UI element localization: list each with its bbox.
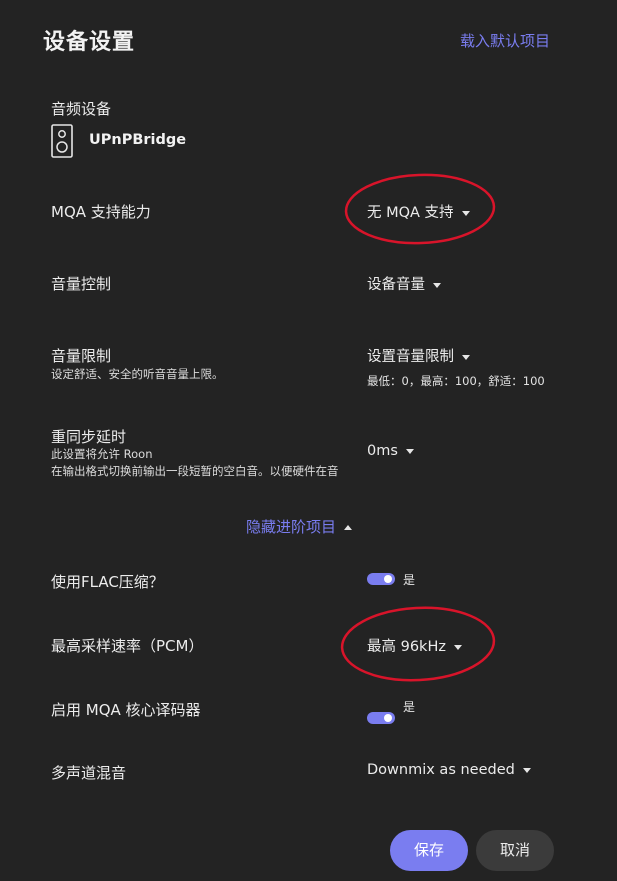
resync-delay-description-line2: 在输出格式切换前输出一段短暂的空白音。以便硬件在音	[51, 464, 339, 478]
flac-compression-label: 使用FLAC压缩？	[51, 573, 164, 591]
volume-control-label: 音量控制	[51, 275, 112, 293]
chevron-down-icon	[433, 282, 441, 288]
volume-limit-description: 设定舒适、安全的听音音量上限。	[51, 367, 224, 381]
toggle-knob	[384, 714, 392, 722]
volume-limit-value: 设置音量限制	[367, 349, 454, 365]
chevron-down-icon	[522, 767, 531, 773]
annotation-circle	[340, 606, 496, 682]
save-button[interactable]: 保存	[390, 830, 468, 871]
resync-delay-description-line1: 此设置将允许 Roon	[51, 447, 153, 461]
page-title: 设备设置	[43, 30, 136, 55]
mqa-core-decoder-label: 启用 MQA 核心译码器	[51, 701, 201, 719]
annotation-circle	[344, 173, 496, 245]
device-name: UPnPBridge	[89, 132, 187, 148]
speaker-icon	[51, 124, 73, 162]
chevron-down-icon	[462, 354, 470, 360]
multichannel-mix-dropdown[interactable]: Downmix as needed	[367, 762, 531, 778]
volume-control-value: 设备音量	[367, 277, 425, 293]
toggle-knob	[384, 575, 392, 583]
multichannel-mix-value: Downmix as needed	[367, 762, 515, 778]
cancel-button[interactable]: 取消	[476, 830, 554, 871]
hide-advanced-label: 隐藏进阶项目	[246, 518, 337, 536]
resync-delay-dropdown[interactable]: 0ms	[367, 443, 414, 459]
chevron-down-icon	[405, 448, 414, 454]
resync-delay-value: 0ms	[367, 443, 398, 459]
hide-advanced-link[interactable]: 隐藏进阶项目	[246, 516, 353, 537]
volume-limit-label: 音量限制	[51, 347, 112, 365]
flac-compression-toggle[interactable]	[367, 573, 395, 585]
multichannel-mix-label: 多声道混音	[51, 764, 127, 782]
volume-limit-dropdown[interactable]: 设置音量限制	[367, 345, 470, 366]
audio-device-label: 音频设备	[51, 100, 112, 118]
mqa-core-decoder-state: 是	[403, 700, 416, 714]
max-sample-rate-label: 最高采样速率（PCM）	[51, 637, 204, 655]
chevron-up-icon	[344, 525, 353, 530]
mqa-core-decoder-toggle[interactable]	[367, 712, 395, 724]
resync-delay-label: 重同步延时	[51, 428, 127, 446]
mqa-support-label: MQA 支持能力	[51, 203, 151, 221]
volume-control-dropdown[interactable]: 设备音量	[367, 273, 441, 294]
volume-limit-hint: 最低：0，最高：100，舒适：100	[367, 374, 545, 388]
flac-compression-state: 是	[403, 573, 416, 587]
load-default-link[interactable]: 载入默认项目	[460, 30, 550, 51]
